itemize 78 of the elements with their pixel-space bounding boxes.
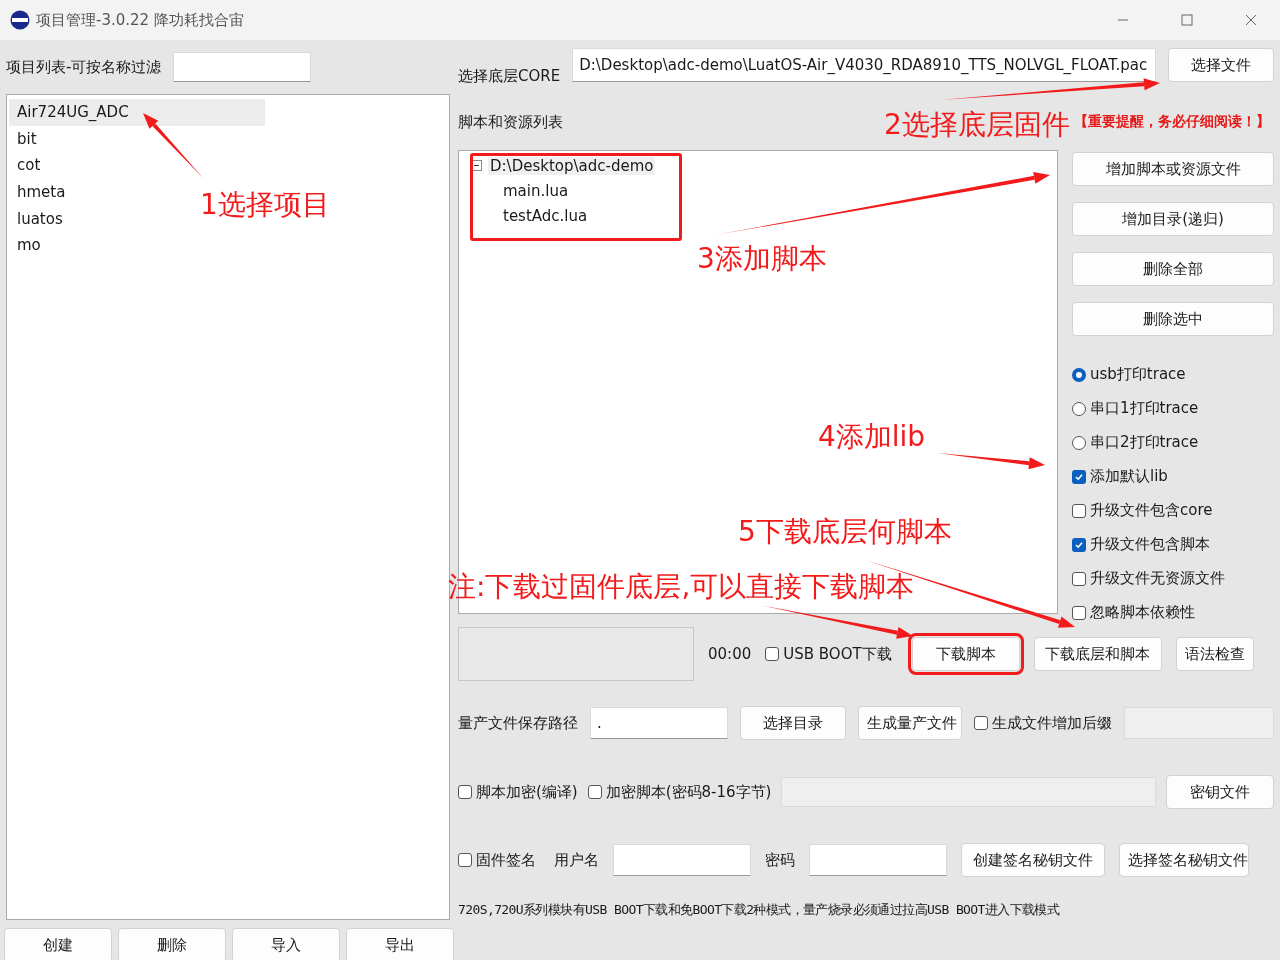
checkbox-option[interactable]: 添加默认lib <box>1072 466 1274 487</box>
script-list-label: 脚本和资源列表 <box>458 112 563 132</box>
project-item[interactable]: hmeta <box>9 179 70 206</box>
checkbox[interactable] <box>587 785 602 799</box>
production-button[interactable]: 生成量产文件 <box>858 706 962 740</box>
folder-node[interactable]: D:\Desktop\adc-demo <box>488 156 656 175</box>
script-button[interactable]: 删除选中 <box>1072 302 1274 336</box>
checkbox-option[interactable]: 加密脚本(密码8-16字节) <box>587 781 772 803</box>
username-label: 用户名 <box>554 850 599 870</box>
checkbox[interactable] <box>765 647 780 661</box>
radio-button[interactable] <box>1072 367 1086 382</box>
username-field[interactable] <box>613 844 751 876</box>
sign-key-button[interactable]: 创建签名秘钥文件 <box>961 843 1105 877</box>
checkbox-option[interactable]: 固件签名 <box>458 849 536 871</box>
key-file-button[interactable]: 密钥文件 <box>1166 775 1274 809</box>
checkbox-option[interactable]: 脚本加密(编译) <box>458 781 578 803</box>
filter-label: 项目列表-可按名称过滤 <box>6 57 162 77</box>
core-label: 选择底层CORE <box>458 67 561 87</box>
project-button[interactable]: 导出 <box>346 928 454 960</box>
radio-button[interactable] <box>1072 435 1086 450</box>
checkbox[interactable] <box>458 785 472 799</box>
script-button[interactable]: 增加目录(递归) <box>1072 202 1274 236</box>
app-logo-icon <box>10 10 30 30</box>
production-button[interactable]: 选择目录 <box>740 706 846 740</box>
download-button[interactable]: 语法检查 <box>1175 637 1254 671</box>
script-button[interactable]: 删除全部 <box>1072 252 1274 286</box>
annotation-text: 1选择项目 <box>200 187 330 223</box>
checkbox[interactable] <box>974 716 988 730</box>
radio-button[interactable] <box>1072 401 1086 416</box>
window-title: 项目管理-3.0.22 降功耗找合宙 <box>36 10 245 30</box>
checkbox-option[interactable]: 升级文件包含脚本 <box>1072 534 1274 555</box>
checkmark-icon <box>1074 471 1084 482</box>
project-button[interactable]: 删除 <box>118 928 226 960</box>
checkbox-option[interactable]: 升级文件包含core <box>1072 500 1274 521</box>
save-path-field[interactable]: . <box>590 707 728 739</box>
checkbox[interactable] <box>1072 537 1086 552</box>
radio-option[interactable]: 串口2打印trace <box>1072 432 1274 453</box>
checkbox-option[interactable]: 升级文件无资源文件 <box>1072 568 1274 589</box>
annotation-text: 注:下载过固件底层,可以直接下载脚本 <box>448 569 915 605</box>
select-file-button[interactable]: 选择文件 <box>1168 48 1274 82</box>
script-button[interactable]: 增加脚本或资源文件 <box>1072 152 1274 186</box>
core-path-field[interactable]: D:\Desktop\adc-demo\LuatOS-Air_V4030_RDA8910_TTS_NOLVGL_FLOAT.pac <box>572 48 1156 82</box>
password-label: 密码 <box>765 850 795 870</box>
annotation-text: 5下载底层何脚本 <box>738 514 952 550</box>
checkbox[interactable] <box>1072 469 1086 484</box>
annotation-text: 4添加lib <box>818 419 926 455</box>
file-node[interactable]: main.lua <box>501 181 571 200</box>
project-item[interactable]: Air724UG_ADC <box>9 99 265 126</box>
checkbox-option[interactable]: 生成文件增加后缀 <box>974 712 1112 734</box>
radio-option[interactable]: usb打印trace <box>1072 364 1274 385</box>
checkbox-option[interactable]: 忽略脚本依赖性 <box>1072 602 1274 623</box>
close-icon[interactable] <box>1245 14 1257 26</box>
checkbox[interactable] <box>1072 503 1086 518</box>
maximize-icon[interactable] <box>1181 14 1193 26</box>
notice-link[interactable]: 【重要提醒，务必仔细阅读！】 <box>1074 113 1270 131</box>
checkbox[interactable] <box>1072 571 1086 586</box>
timer-text: 00:00 <box>708 645 752 663</box>
save-path-label: 量产文件保存路径 <box>458 713 578 733</box>
checkbox[interactable] <box>458 853 472 867</box>
checkbox[interactable] <box>1072 605 1086 620</box>
project-item[interactable]: mo <box>9 232 45 260</box>
project-item[interactable]: luatos <box>9 205 67 233</box>
hint-text: 720S,720U系列模块有USB BOOT下载和免BOOT下载2种模式，量产烧录必须通过拉高USB BOOT进入下载模式 <box>458 901 1060 919</box>
filter-field[interactable] <box>173 52 312 82</box>
sign-key-button[interactable]: 选择签名秘钥文件 <box>1119 843 1249 877</box>
sign-password-field[interactable] <box>809 844 947 876</box>
download-button[interactable]: 下载底层和脚本 <box>1033 637 1162 671</box>
project-button[interactable]: 创建 <box>4 928 112 960</box>
radio-option[interactable]: 串口1打印trace <box>1072 398 1274 419</box>
checkmark-icon <box>1074 539 1084 550</box>
project-item[interactable]: cot <box>9 152 45 180</box>
checkbox-option[interactable]: USB BOOT下载 <box>765 643 892 665</box>
file-node[interactable]: testAdc.lua <box>501 206 590 225</box>
annotation-text: 2选择底层固件 <box>884 107 1070 143</box>
collapse-icon[interactable] <box>471 160 482 171</box>
project-button[interactable]: 导入 <box>232 928 340 960</box>
project-item[interactable]: bit <box>9 125 41 153</box>
annotation-text: 3添加脚本 <box>697 241 827 277</box>
